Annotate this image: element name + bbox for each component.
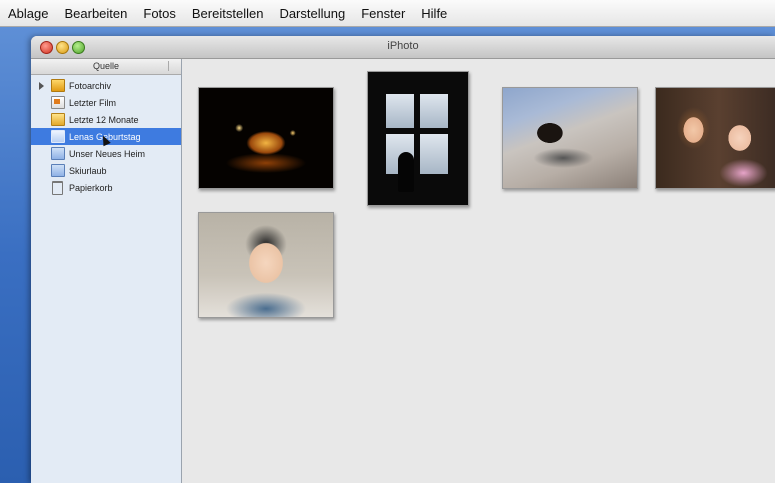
menu-ablage[interactable]: Ablage xyxy=(0,6,56,21)
menu-bereitstellen[interactable]: Bereitstellen xyxy=(184,6,272,21)
album-icon xyxy=(51,130,65,143)
trash-icon xyxy=(52,180,63,195)
sidebar-header-label: Quelle xyxy=(92,61,119,71)
sidebar-header[interactable]: Quelle xyxy=(31,59,181,75)
film-roll-icon xyxy=(51,96,65,109)
source-item-letzte-12-monate[interactable]: Letzte 12 Monate xyxy=(31,111,181,128)
menu-hilfe[interactable]: Hilfe xyxy=(413,6,455,21)
menu-darstellung[interactable]: Darstellung xyxy=(271,6,353,21)
source-item-papierkorb[interactable]: Papierkorb xyxy=(31,179,181,196)
dog-on-blanket-photo[interactable] xyxy=(502,87,638,189)
photo-viewer xyxy=(182,59,775,483)
album-icon xyxy=(51,147,65,160)
window-title: iPhoto xyxy=(387,40,419,52)
source-item-label: Papierkorb xyxy=(69,182,113,193)
source-item-letzter-film[interactable]: Letzter Film xyxy=(31,94,181,111)
child-silhouette xyxy=(398,152,414,192)
photo-library-icon xyxy=(51,79,65,92)
source-item-label: Fotoarchiv xyxy=(69,80,112,91)
night-lights-photo[interactable] xyxy=(198,87,334,189)
menu-bearbeiten[interactable]: Bearbeiten xyxy=(56,6,135,21)
baby-portrait-photo[interactable] xyxy=(198,212,334,318)
source-item-label: Letzter Film xyxy=(69,97,117,108)
iphoto-window: iPhoto Quelle Fotoarchiv Letzter Film Le… xyxy=(31,36,775,483)
menu-bar: Ablage Bearbeiten Fotos Bereitstellen Da… xyxy=(0,0,775,27)
sidebar-header-resize-handle[interactable] xyxy=(168,61,179,71)
window-pane xyxy=(386,94,414,128)
source-item-label: Unser Neues Heim xyxy=(69,148,146,159)
two-children-photo[interactable] xyxy=(655,87,775,189)
window-pane xyxy=(420,134,448,174)
menu-fenster[interactable]: Fenster xyxy=(353,6,413,21)
album-icon xyxy=(51,164,65,177)
source-sidebar: Quelle Fotoarchiv Letzter Film Letzte 12… xyxy=(31,59,182,483)
window-titlebar[interactable]: iPhoto xyxy=(31,36,775,59)
window-silhouette-photo[interactable] xyxy=(367,71,469,206)
menu-fotos[interactable]: Fotos xyxy=(135,6,184,21)
source-item-fotoarchiv[interactable]: Fotoarchiv xyxy=(31,77,181,94)
source-item-unser-neues-heim[interactable]: Unser Neues Heim xyxy=(31,145,181,162)
source-item-label: Skiurlaub xyxy=(69,165,107,176)
window-pane xyxy=(420,94,448,128)
source-item-skiurlaub[interactable]: Skiurlaub xyxy=(31,162,181,179)
calendar-icon xyxy=(51,113,65,126)
disclosure-triangle-icon[interactable] xyxy=(39,82,44,90)
source-item-label: Letzte 12 Monate xyxy=(69,114,139,125)
